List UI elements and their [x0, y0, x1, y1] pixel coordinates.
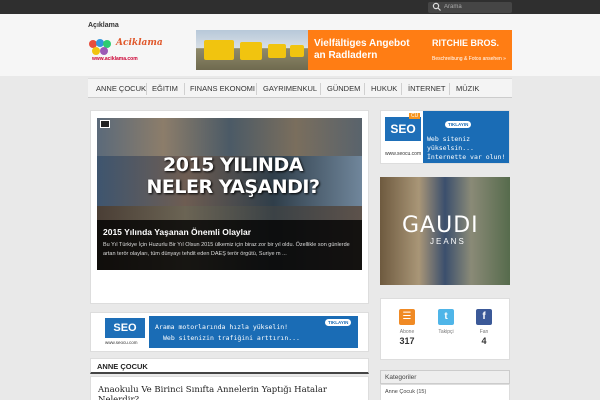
seo-sidebar-ad[interactable]: SEO CU www.seocu.com TIKLAYIN Web siteni…	[380, 110, 510, 164]
seo-domain: www.seocu.com	[385, 151, 422, 157]
article-title[interactable]: Anaokulu Ve Birinci Sınıfta Annelerin Ya…	[98, 385, 368, 400]
categories-header: Kategoriler	[380, 370, 510, 384]
inline-ad-line-1: Arama motorlarında hızla yükselin!	[155, 323, 289, 331]
social-label: Abone	[399, 329, 415, 335]
search-icon[interactable]	[432, 2, 442, 12]
camera-icon	[100, 120, 110, 128]
rss-icon: ☰	[399, 309, 415, 325]
seo-inline-banner[interactable]: SEO www.seocu.com Arama motorlarında hız…	[103, 316, 358, 348]
slider-image[interactable]: 2015 YILINDA NELER YAŞANDI? 2015 Yılında…	[97, 118, 362, 270]
seo-badge: CU	[409, 113, 421, 119]
seo-line-3: İnternette var olun!	[427, 153, 506, 161]
featured-slider: 2015 YILINDA NELER YAŞANDI? 2015 Yılında…	[90, 110, 369, 400]
nav-item-hukuk[interactable]: HUKUK	[371, 79, 397, 99]
inline-seo-domain: www.seocu.com	[105, 340, 138, 345]
ad-brand-sub: Beschreibung & Fotos ansehen »	[432, 56, 506, 62]
nav-item-muzik[interactable]: MÜZIK	[456, 79, 479, 99]
social-rss[interactable]: ☰ Abone 317	[387, 309, 427, 346]
slider-caption: 2015 Yılında Yaşanan Önemli Olaylar Bu Y…	[97, 220, 362, 270]
social-facebook[interactable]: f Fan 4	[464, 309, 504, 346]
header-ad-banner[interactable]: Vielfältiges Angebot an Radladern RITCHI…	[196, 30, 512, 70]
slider-excerpt: Bu Yıl Türkiye İçin Huzurlu Bir Yıl Olsu…	[103, 242, 350, 257]
inline-ad: SEO www.seocu.com Arama motorlarında hız…	[90, 312, 369, 352]
main-nav: ANNE ÇOCUK EĞITIM FINANS EKONOMI GAYRIME…	[88, 78, 512, 98]
site-title[interactable]: Açıklama	[88, 22, 119, 29]
site-logo[interactable]: Aciklama www.aciklama.com	[88, 34, 163, 64]
nav-item-gundem[interactable]: GÜNDEM	[327, 79, 360, 99]
seo-line-2: yükselsin...	[427, 144, 474, 152]
social-label: Takipçi	[438, 329, 454, 335]
gaudi-title: GAUDI	[402, 213, 479, 238]
gaudi-jeans-ad[interactable]: GAUDI JEANS	[380, 177, 510, 285]
seo-line-1: Web siteniz	[427, 135, 471, 143]
nav-separator	[449, 83, 450, 95]
slider-image-headline: 2015 YILINDA NELER YAŞANDI?	[146, 154, 320, 198]
section-header: ANNE ÇOCUK	[90, 358, 369, 374]
categories-title: Kategoriler	[385, 374, 417, 381]
nav-separator	[320, 83, 321, 95]
top-bar	[0, 0, 600, 14]
inline-cta-button[interactable]: TIKLAYIN	[325, 319, 352, 326]
photo-collage-top	[97, 118, 362, 156]
nav-separator	[256, 83, 257, 95]
nav-separator	[184, 83, 185, 95]
inline-ad-line-2: Web sitenizin trafiğini arttırın...	[163, 334, 300, 342]
seo-cta-button[interactable]: TIKLAYIN	[445, 121, 472, 128]
facebook-icon: f	[476, 309, 492, 325]
inline-seo-logo: SEO	[105, 318, 145, 338]
nav-separator	[146, 83, 147, 95]
social-count: 317	[399, 336, 415, 346]
nav-item-gayrimenkul[interactable]: GAYRIMENKUL	[263, 79, 317, 99]
section-title[interactable]: ANNE ÇOCUK	[97, 362, 148, 371]
social-count: 4	[481, 336, 487, 346]
nav-item-internet[interactable]: İNTERNET	[408, 79, 446, 99]
nav-item-anne-cocuk[interactable]: ANNE ÇOCUK	[96, 79, 146, 99]
seo-ad-text: Web siteniz yükselsin... İnternette var …	[427, 135, 509, 162]
social-twitter[interactable]: t Takipçi	[426, 309, 466, 336]
balloons-logo-icon	[89, 39, 111, 55]
social-counters: ☰ Abone 317 t Takipçi f Fan 4	[380, 298, 510, 360]
category-item[interactable]: Anne Çocuk (15)	[385, 389, 426, 395]
inline-seo-logo-box: SEO www.seocu.com	[103, 316, 149, 348]
nav-item-finans-ekonomi[interactable]: FINANS EKONOMI	[190, 79, 255, 99]
logo-text: Aciklama	[116, 38, 163, 48]
nav-item-egitim[interactable]: EĞITIM	[152, 79, 178, 99]
logo-url: www.aciklama.com	[92, 56, 138, 62]
nav-separator	[401, 83, 402, 95]
ad-image	[196, 30, 308, 70]
ad-brand: RITCHIE BROS.	[432, 38, 500, 48]
article-item: Anaokulu Ve Birinci Sınıfta Annelerin Ya…	[90, 376, 369, 400]
seo-logo: SEO	[385, 117, 421, 141]
gaudi-subtitle: JEANS	[430, 237, 466, 246]
slider-title[interactable]: 2015 Yılında Yaşanan Önemli Olaylar	[103, 227, 251, 237]
search-input[interactable]	[444, 2, 510, 12]
ad-headline: Vielfältiges Angebot an Radladern	[314, 38, 410, 61]
nav-separator	[364, 83, 365, 95]
social-label: Fan	[479, 329, 489, 335]
categories-list: Anne Çocuk (15)	[380, 384, 510, 400]
twitter-icon: t	[438, 309, 454, 325]
